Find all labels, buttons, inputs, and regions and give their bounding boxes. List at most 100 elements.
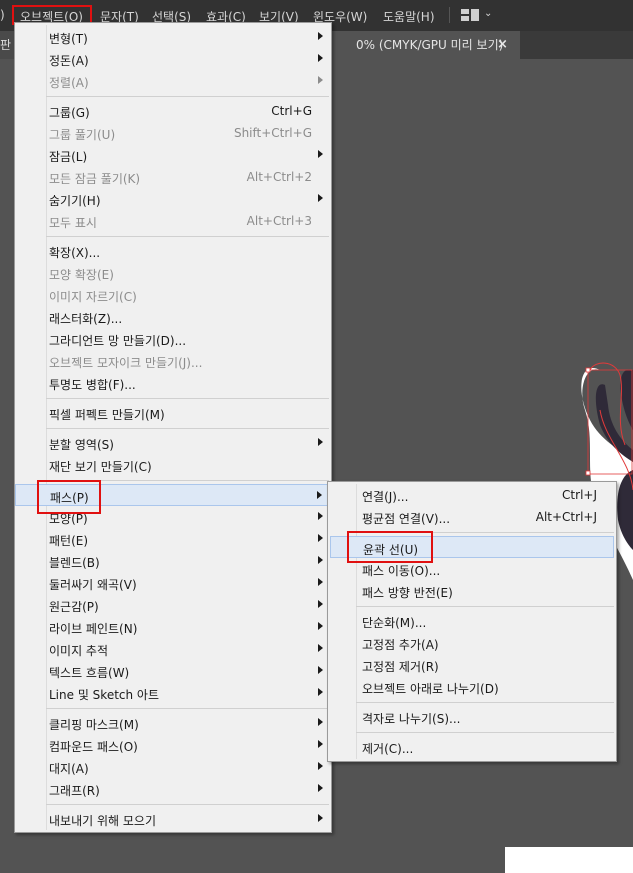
menu-item-label: 이미지 자르기(C) [49,290,137,304]
menu-separator [46,708,329,709]
menu-item-label: 변형(T) [49,32,88,46]
menu-item-label: 고정점 제거(R) [362,660,439,674]
menubar-item-prev-fragment[interactable]: ) [0,8,5,22]
submenu-arrow-icon [318,784,323,792]
menubar-item-help[interactable]: 도움말(H) [383,8,435,25]
menu-item-text-wrap[interactable]: 텍스트 흐름(W) [15,660,331,682]
submenu-arrow-icon [318,718,323,726]
menu-item-pattern[interactable]: 패턴(E) [15,528,331,550]
menu-item-expand-appearance[interactable]: 모양 확장(E) [15,262,331,284]
menu-item-label: 클리핑 마스크(M) [49,718,139,732]
submenu-arrow-icon [318,600,323,608]
menu-item-reverse-path-direction[interactable]: 패스 방향 반전(E) [328,580,616,602]
menu-item-image-trace[interactable]: 이미지 추적 [15,638,331,660]
menu-item-label: 제거(C)... [362,742,414,756]
menu-item-label: 컴파운드 패스(O) [49,740,138,754]
menu-item-perspective[interactable]: 원근감(P) [15,594,331,616]
menu-item-label: 패스 이동(O)... [362,564,441,578]
menu-item-remove-anchor-points[interactable]: 고정점 제거(R) [328,654,616,676]
menu-item-arrange[interactable]: 정돈(A) [15,48,331,70]
menu-separator [46,428,329,429]
tab-active-document[interactable]: 0% (CMYK/GPU 미리 보기) [330,31,520,59]
menu-item-label: 텍스트 흐름(W) [49,666,130,680]
submenu-arrow-icon [318,740,323,748]
menu-item-label: Line 및 Sketch 아트 [49,688,160,702]
menu-item-make-pixel-perfect[interactable]: 픽셀 퍼펙트 만들기(M) [15,402,331,424]
menu-item-align[interactable]: 정렬(A) [15,70,331,92]
menu-item-split-into-grid[interactable]: 격자로 나누기(S)... [328,706,616,728]
menu-item-flatten-transparency[interactable]: 투명도 병합(F)... [15,372,331,394]
submenu-arrow-icon [318,814,323,822]
menu-item-simplify[interactable]: 단순화(M)... [328,610,616,632]
menu-item-shortcut: Shift+Ctrl+G [233,126,312,140]
submenu-arrow-icon [318,76,323,84]
menu-item-divide-objects-below[interactable]: 오브젝트 아래로 나누기(D) [328,676,616,698]
menu-item-label: 고정점 추가(A) [362,638,439,652]
menu-item-clipping-mask[interactable]: 클리핑 마스크(M) [15,712,331,734]
menu-item-crop-image[interactable]: 이미지 자르기(C) [15,284,331,306]
path-item-highlight-box [37,480,101,514]
menu-item-lock[interactable]: 잠금(L) [15,144,331,166]
submenu-arrow-icon [318,556,323,564]
menu-item-label: 대지(A) [49,762,89,776]
menu-item-label: 분할 영역(S) [49,438,114,452]
menu-item-collect-for-export[interactable]: 내보내기 위해 모으기 [15,808,331,830]
menu-item-label: 이미지 추적 [49,644,109,658]
submenu-arrow-icon [318,150,323,158]
menu-item-label: 패턴(E) [49,534,89,548]
menu-item-label: 정돈(A) [49,54,89,68]
menu-separator [356,606,614,607]
menu-item-label: 그룹 풀기(U) [49,128,116,142]
menu-item-create-trim-marks[interactable]: 재단 보기 만들기(C) [15,454,331,476]
menu-item-average[interactable]: 평균점 연결(V)... Alt+Ctrl+J [328,506,616,528]
menu-item-hide[interactable]: 숨기기(H) [15,188,331,210]
tab-previous-document[interactable]: 판 [0,31,14,59]
menu-item-add-anchor-points[interactable]: 고정점 추가(A) [328,632,616,654]
chevron-down-icon[interactable]: ⌄ [484,8,492,19]
submenu-arrow-icon [318,194,323,202]
menu-item-shortcut: Alt+Ctrl+3 [246,214,312,228]
menu-item-join[interactable]: 연결(J)... Ctrl+J [328,484,616,506]
workspace-layout-icon[interactable] [461,9,479,21]
menu-item-label: 평균점 연결(V)... [362,512,451,526]
canvas-white-area [505,847,633,873]
menu-item-rasterize[interactable]: 래스터화(Z)... [15,306,331,328]
menu-item-expand[interactable]: 확장(X)... [15,240,331,262]
close-icon[interactable]: × [497,37,508,52]
menu-item-artboards[interactable]: 대지(A) [15,756,331,778]
menu-item-slice[interactable]: 분할 영역(S) [15,432,331,454]
menu-item-label: 모든 잠금 풀기(K) [49,172,141,186]
menu-item-create-object-mosaic[interactable]: 오브젝트 모자이크 만들기(J)... [15,350,331,372]
menu-item-clean-up[interactable]: 제거(C)... [328,736,616,758]
menu-item-group[interactable]: 그룹(G) Ctrl+G [15,100,331,122]
menu-item-graph[interactable]: 그래프(R) [15,778,331,800]
menu-item-compound-path[interactable]: 컴파운드 패스(O) [15,734,331,756]
submenu-arrow-icon [318,666,323,674]
menu-item-create-gradient-mesh[interactable]: 그라디언트 망 만들기(D)... [15,328,331,350]
menu-separator [46,96,329,97]
menu-item-label: 둘러싸기 왜곡(V) [49,578,137,592]
menu-item-label: 격자로 나누기(S)... [362,712,461,726]
menu-item-label: 내보내기 위해 모으기 [49,814,156,828]
menu-item-label: 픽셀 퍼펙트 만들기(M) [49,408,165,422]
menu-item-show-all[interactable]: 모두 표시 Alt+Ctrl+3 [15,210,331,232]
path-submenu: 연결(J)... Ctrl+J 평균점 연결(V)... Alt+Ctrl+J 윤곽… [327,481,617,762]
menu-item-label: 원근감(P) [49,600,99,614]
menu-item-blend[interactable]: 블렌드(B) [15,550,331,572]
submenu-arrow-icon [318,512,323,520]
submenu-arrow-icon [318,622,323,630]
menu-item-line-sketch-art[interactable]: Line 및 Sketch 아트 [15,682,331,704]
menu-separator [46,398,329,399]
menu-item-label: 투명도 병합(F)... [49,378,136,392]
menu-item-transform[interactable]: 변형(T) [15,26,331,48]
menu-item-unlock-all[interactable]: 모든 잠금 풀기(K) Alt+Ctrl+2 [15,166,331,188]
menu-item-ungroup[interactable]: 그룹 풀기(U) Shift+Ctrl+G [15,122,331,144]
menu-item-label: 모두 표시 [49,216,97,230]
menu-item-label: 그래프(R) [49,784,100,798]
menu-item-live-paint[interactable]: 라이브 페인트(N) [15,616,331,638]
menu-item-envelope-distort[interactable]: 둘러싸기 왜곡(V) [15,572,331,594]
menu-item-label: 단순화(M)... [362,616,427,630]
menu-item-label: 그룹(G) [49,106,90,120]
menu-item-shortcut: Ctrl+J [562,488,597,502]
menu-item-label: 정렬(A) [49,76,89,90]
